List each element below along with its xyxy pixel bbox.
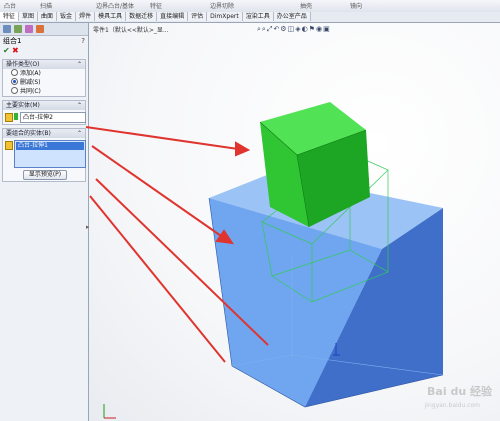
watermark-url: jingyan.baidu.com <box>424 402 480 409</box>
watermark: Bai du 经验 <box>427 385 492 398</box>
model-scene <box>85 102 444 419</box>
